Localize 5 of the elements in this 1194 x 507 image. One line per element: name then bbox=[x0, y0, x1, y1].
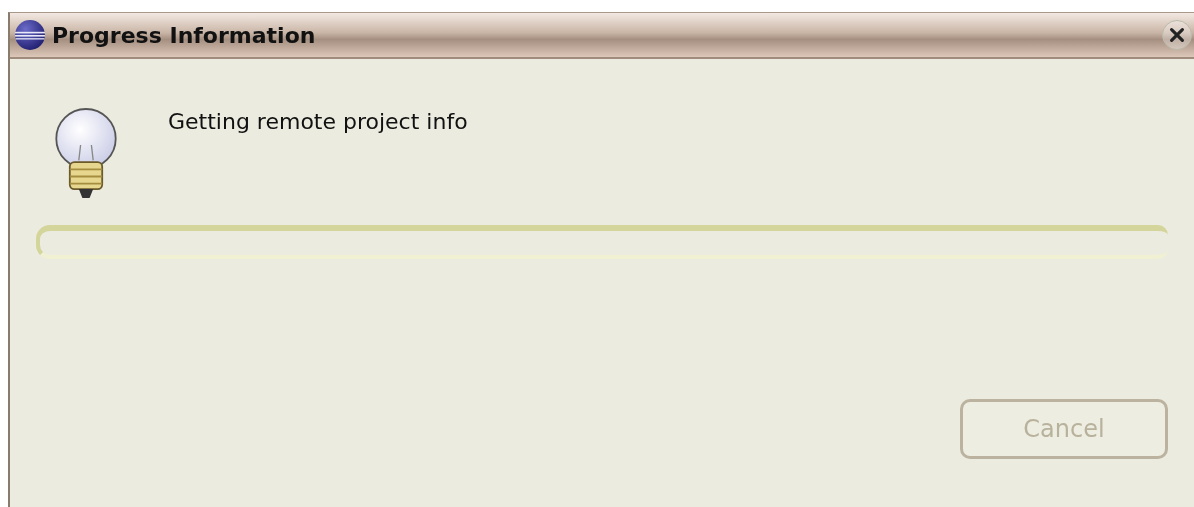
sphere-icon bbox=[14, 19, 46, 51]
close-icon bbox=[1168, 26, 1186, 44]
status-message: Getting remote project info bbox=[168, 109, 468, 134]
window-title: Progress Information bbox=[52, 22, 316, 48]
close-button[interactable] bbox=[1162, 20, 1192, 50]
